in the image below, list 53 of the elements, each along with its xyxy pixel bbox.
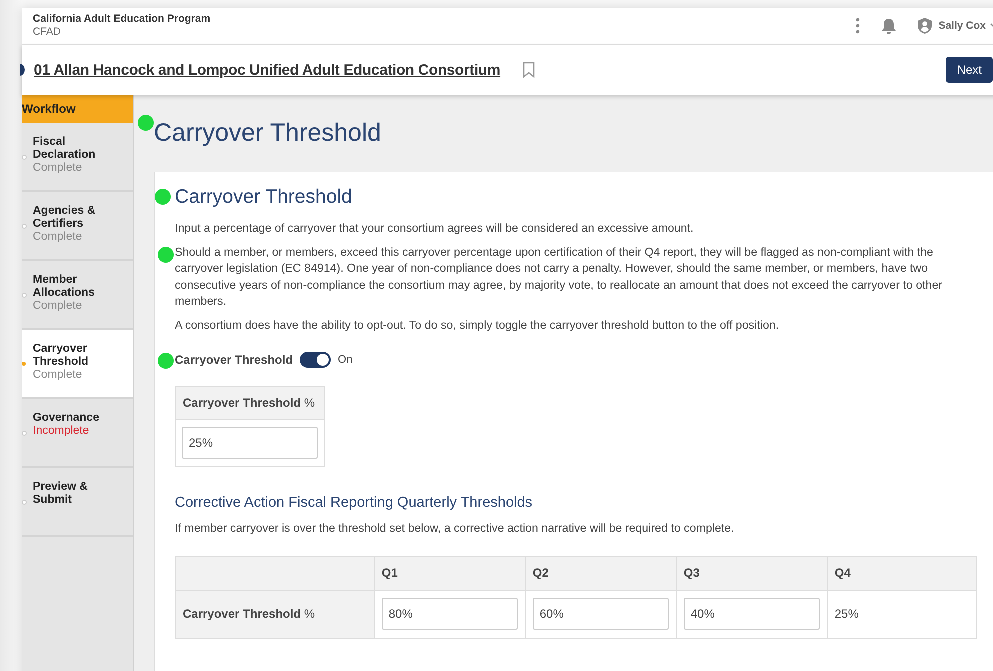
section-title: Carryover Threshold (175, 186, 354, 209)
step-status: Complete (33, 231, 84, 244)
step-label: Governance (33, 412, 100, 425)
back-icon[interactable] (20, 64, 25, 76)
description: If member carryover is over the threshold set below, a corrective action narrative will be required to complete. (175, 521, 736, 537)
column-header: Q4 (827, 556, 976, 590)
step-label: Member Allocations (33, 274, 96, 300)
step-label: Fiscal Declaration (33, 136, 97, 162)
workflow-step[interactable]: Fiscal Declaration Complete (22, 123, 133, 192)
app-title: California Adult Education Program (33, 13, 211, 26)
paragraph: Input a percentage of carryover that your consortium agrees will be considered an excessive amount. (175, 221, 695, 237)
quarter-input[interactable]: 60% (532, 598, 669, 630)
quarter-input[interactable]: 40% (684, 598, 820, 630)
workflow-step[interactable]: Preview & Submit (22, 468, 133, 537)
next-button[interactable]: Next (946, 57, 993, 83)
hotspot-dot[interactable] (158, 247, 174, 263)
hotspot-dot[interactable] (158, 353, 174, 369)
table-cell: 25% (834, 607, 859, 621)
page-title: Carryover Threshold (154, 119, 382, 148)
workflow-step[interactable]: Carryover Threshold Complete (22, 330, 133, 399)
toggle-switch[interactable] (300, 352, 332, 368)
threshold-input[interactable]: 25% (182, 427, 318, 459)
hotspot-dot[interactable] (138, 115, 154, 131)
paragraph: Should a member, or members, exceed this carryover percentage upon certification of their Q4 report, they will be flagged as non-compliant with the carryover legislation (EC 84914). One year of non-compliance does not carry a penalty. However, should the same member, or members, have two consecutive years of non-compliance the consortium may agree, by majority vote, to reallocate an amount that does not exceed the carryover to other members. (175, 244, 944, 310)
workflow-step[interactable]: Governance Incomplete (22, 399, 133, 468)
table-header: Carryover Threshold % (176, 386, 324, 420)
user-name[interactable]: Sally Cox (938, 20, 986, 32)
quarter-input[interactable]: 80% (382, 598, 518, 630)
row-header: Carryover Threshold % (176, 590, 374, 638)
step-status: Complete (33, 369, 84, 382)
step-label: Agencies & Certifiers (33, 205, 97, 231)
column-header: Q3 (676, 556, 828, 590)
column-header: Q2 (525, 556, 676, 590)
sidebar-title: Workflow (22, 95, 133, 123)
app-subtitle: CFAD (33, 26, 62, 39)
toggle-state: On (338, 354, 353, 366)
paragraph: A consortium does have the ability to opt-out. To do so, simply toggle the carryover threshold button to the off position. (175, 318, 780, 334)
user-shield-icon[interactable] (916, 17, 933, 35)
step-status: Complete (33, 162, 84, 175)
step-status: Complete (33, 300, 84, 313)
bookmark-icon[interactable] (522, 62, 535, 78)
subsection-title: Corrective Action Fiscal Reporting Quarterly Thresholds (175, 495, 534, 511)
notification-icon[interactable] (880, 18, 897, 34)
more-icon[interactable] (854, 17, 861, 35)
step-status: Incomplete (33, 425, 90, 438)
toggle-label: Carryover Threshold (175, 353, 294, 367)
workflow-step[interactable]: Agencies & Certifiers Complete (22, 192, 133, 261)
column-header: Q1 (374, 556, 526, 590)
consortium-link[interactable]: 01 Allan Hancock and Lompoc Unified Adult Education Consortium (34, 62, 501, 78)
step-label: Carryover Threshold (33, 343, 90, 369)
hotspot-dot[interactable] (155, 189, 171, 205)
step-label: Preview & Submit (33, 481, 89, 507)
step-bullet-icon (22, 362, 26, 366)
